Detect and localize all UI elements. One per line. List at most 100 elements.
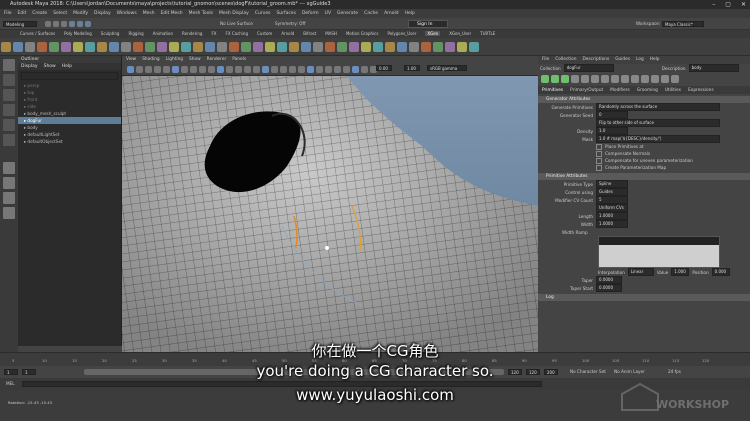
shelf-tab[interactable]: FX Caching [226,31,248,36]
viewport-menu-item[interactable]: Panels [232,57,246,62]
shelf-tool-icon[interactable] [373,42,383,52]
viewport-tool-icon[interactable] [297,65,305,73]
shelf-tab[interactable]: Rigging [128,31,143,36]
viewport-tool-icon[interactable] [207,65,215,73]
outliner-item[interactable]: ▸ front [18,96,121,103]
viewport-3d[interactable] [122,76,538,352]
outliner-search-input[interactable] [21,72,118,80]
viewport-tool-icon[interactable] [351,65,359,73]
generator-attr-field[interactable]: 1.0 # map('${DESC}/density/') [596,135,720,143]
scale-tool-icon[interactable] [3,134,15,146]
shelf-tool-icon[interactable] [313,42,323,52]
viewport-tool-icon[interactable] [171,65,179,73]
xgen-tool-icon[interactable] [671,75,679,83]
primitive-attr-field[interactable]: Uniform CVs [596,204,628,212]
shelf-tool-icon[interactable] [469,42,479,52]
xgen-tool-icon[interactable] [571,75,579,83]
xgen-tool-icon[interactable] [551,75,559,83]
sign-in-button[interactable]: Sign In [408,20,448,28]
mode-select[interactable]: Modeling [3,21,37,27]
shelf-tool-icon[interactable] [85,42,95,52]
exposure-field[interactable]: 0.00 [376,65,392,71]
new-scene-icon[interactable] [45,21,51,27]
xgen-menu-item[interactable]: Guides [615,56,630,64]
select-mode-icon[interactable] [69,21,75,27]
shelf-tab[interactable]: MASH [325,31,337,36]
shelf-tool-icon[interactable] [229,42,239,52]
shelf-tool-icon[interactable] [121,42,131,52]
shelf-tab[interactable]: Polygons_User [387,31,416,36]
xgen-menu-item[interactable]: Collection [555,56,576,64]
viewport-tool-icon[interactable] [234,65,242,73]
shelf-tab[interactable]: Custom [257,31,272,36]
viewport-tool-icon[interactable] [360,65,368,73]
shelf-tool-icon[interactable] [193,42,203,52]
viewport-tool-icon[interactable] [189,65,197,73]
shelf-tool-icon[interactable] [145,42,155,52]
shelf-tool-icon[interactable] [253,42,263,52]
menu-item-curves[interactable]: Curves [255,11,271,16]
layout-two-icon[interactable] [3,192,15,204]
menu-item-cache[interactable]: Cache [364,11,378,16]
shelf-tool-icon[interactable] [445,42,455,52]
shelf-tab[interactable]: XGen [425,31,441,36]
shelf-tab[interactable]: Rendering [182,31,202,36]
layout-single-icon[interactable] [3,162,15,174]
menu-item-arnold[interactable]: Arnold [384,11,399,16]
shelf-tool-icon[interactable] [361,42,371,52]
generator-checkbox[interactable]: Create Parameterization Map [538,164,750,171]
xgen-tab[interactable]: Primitives [542,88,563,93]
xgen-tool-icon[interactable] [581,75,589,83]
outliner-item[interactable]: ▸ defaultObjectSet [18,138,121,145]
viewport-tool-icon[interactable] [135,65,143,73]
log-section-header[interactable]: Log [538,294,750,301]
viewport-tool-icon[interactable] [288,65,296,73]
rotate-tool-icon[interactable] [3,119,15,131]
description-select[interactable]: body [688,64,739,72]
menu-item-create[interactable]: Create [32,11,47,16]
shelf-tool-icon[interactable] [133,42,143,52]
viewport-menu-item[interactable]: Lighting [166,57,183,62]
primitive-attr-field[interactable]: Spline [596,180,628,188]
xgen-tool-icon[interactable] [561,75,569,83]
xgen-menu-item[interactable]: Help [650,56,660,64]
generator-attr-field[interactable]: 1.0 [596,127,628,135]
shelf-tab[interactable]: Poly Modeling [64,31,92,36]
checkbox-icon[interactable] [596,164,602,171]
shelf-tab[interactable]: Arnold [281,31,294,36]
shelf-tool-icon[interactable] [325,42,335,52]
generator-checkbox[interactable]: Compensate Normals [538,150,750,157]
shelf-tool-icon[interactable] [289,42,299,52]
save-scene-icon[interactable] [61,21,67,27]
generator-checkbox[interactable]: Place Primitives at [538,143,750,150]
taper-field[interactable]: 0.0000 [596,276,622,284]
layout-four-icon[interactable] [3,177,15,189]
shelf-tool-icon[interactable] [277,42,287,52]
workspace-select[interactable]: Maya Classic* [662,21,704,27]
color-space-select[interactable]: sRGB gamma [427,65,467,71]
shelf-tab[interactable]: Bifrost [303,31,316,36]
select-tool-icon[interactable] [3,59,15,71]
xgen-tool-icon[interactable] [631,75,639,83]
primitive-attr-field[interactable]: 1.0000 [596,212,628,220]
checkbox-icon[interactable] [596,150,602,157]
viewport-tool-icon[interactable] [144,65,152,73]
shelf-tool-icon[interactable] [109,42,119,52]
viewport-tool-icon[interactable] [243,65,251,73]
menu-item-mesh-tools[interactable]: Mesh Tools [189,11,213,16]
shelf-tab[interactable]: XGen_User [449,31,471,36]
menu-item-help[interactable]: Help [405,11,415,16]
menu-item-file[interactable]: File [4,11,12,16]
viewport-menu-item[interactable]: Shading [142,57,159,62]
outliner-item[interactable]: ▸ body [18,124,121,131]
viewport-menu-item[interactable]: View [126,57,136,62]
live-surface-label[interactable]: No Live Surface [220,21,253,26]
primitive-attr-field[interactable]: 5 [596,196,628,204]
shelf-tab[interactable]: Animation [153,31,173,36]
shelf-tool-icon[interactable] [349,42,359,52]
viewport-tool-icon[interactable] [225,65,233,73]
menu-item-uv[interactable]: UV [325,11,331,16]
shelf-tool-icon[interactable] [49,42,59,52]
primitive-attr-field[interactable]: 1.0000 [596,220,628,228]
generator-checkbox[interactable]: Compensate for uneven parameterization [538,157,750,164]
